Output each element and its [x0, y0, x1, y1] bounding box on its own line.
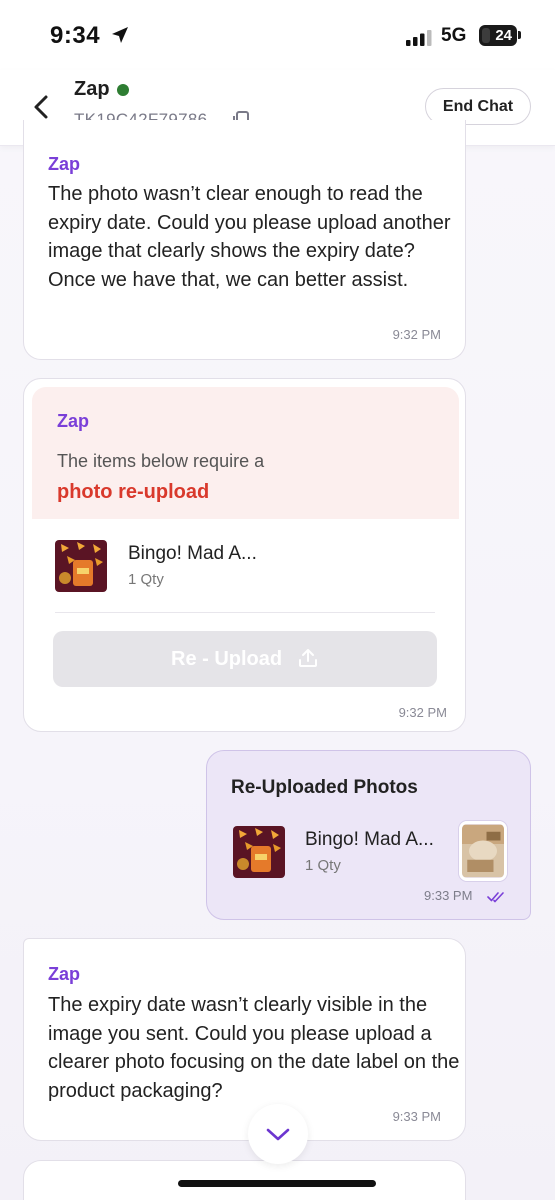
message-sender: Zap	[48, 154, 81, 174]
product-name: Bingo! Mad A...	[305, 829, 434, 850]
reupload-flag: photo re-upload	[57, 481, 210, 503]
message-bubble: Zap The expiry date wasn’t clearly visib…	[23, 938, 466, 1141]
message-time: 9:32 PM	[398, 705, 447, 720]
message-time: 9:33 PM	[424, 888, 473, 903]
product-quantity: 1 Qty	[128, 571, 164, 588]
product-thumbnail	[233, 826, 285, 878]
chevron-down-icon	[266, 1128, 290, 1141]
network-label: 5G	[441, 25, 467, 46]
divider	[55, 612, 435, 613]
upload-icon	[299, 649, 317, 667]
uploaded-photo-thumbnail[interactable]	[459, 821, 507, 881]
scroll-to-bottom-button[interactable]	[248, 1104, 308, 1164]
re-upload-button-label: Re - Upload	[171, 648, 283, 670]
double-check-icon	[487, 892, 504, 903]
product-thumbnail	[55, 540, 107, 592]
reupload-request-header: Zap The items below require a photo re-u…	[32, 387, 459, 519]
message-text: The expiry date wasn’t clearly visible i…	[48, 994, 460, 1102]
signal-icon	[406, 30, 432, 46]
home-indicator[interactable]	[178, 1180, 376, 1187]
product-quantity: 1 Qty	[305, 857, 341, 874]
re-upload-button[interactable]: Re - Upload	[53, 631, 437, 687]
message-sender: Zap	[48, 964, 81, 984]
online-status-dot	[117, 84, 129, 96]
product-name: Bingo! Mad A...	[128, 543, 257, 564]
message-time: 9:33 PM	[392, 1109, 441, 1124]
reuploaded-photos-bubble: Re-Uploaded Photos Bingo! Mad A... 1 Qty…	[206, 750, 531, 920]
reuploaded-photos-title: Re-Uploaded Photos	[231, 777, 418, 798]
location-arrow-icon	[112, 27, 128, 43]
message-text: The photo wasn’t clear enough to read th…	[48, 183, 451, 291]
reupload-description: The items below require a	[57, 451, 265, 471]
reupload-request-card: Zap The items below require a photo re-u…	[23, 378, 466, 732]
message-bubble: Zap The photo wasn’t clear enough to rea…	[23, 120, 466, 360]
message-time: 9:32 PM	[392, 327, 441, 342]
battery-tip	[518, 31, 521, 39]
battery-indicator: 24	[479, 25, 517, 46]
status-time: 9:34	[50, 22, 101, 49]
back-chevron-icon[interactable]	[28, 92, 54, 122]
contact-name: Zap	[74, 78, 110, 100]
message-sender: Zap	[57, 411, 90, 431]
status-bar: 9:34 5G 24	[0, 0, 555, 70]
